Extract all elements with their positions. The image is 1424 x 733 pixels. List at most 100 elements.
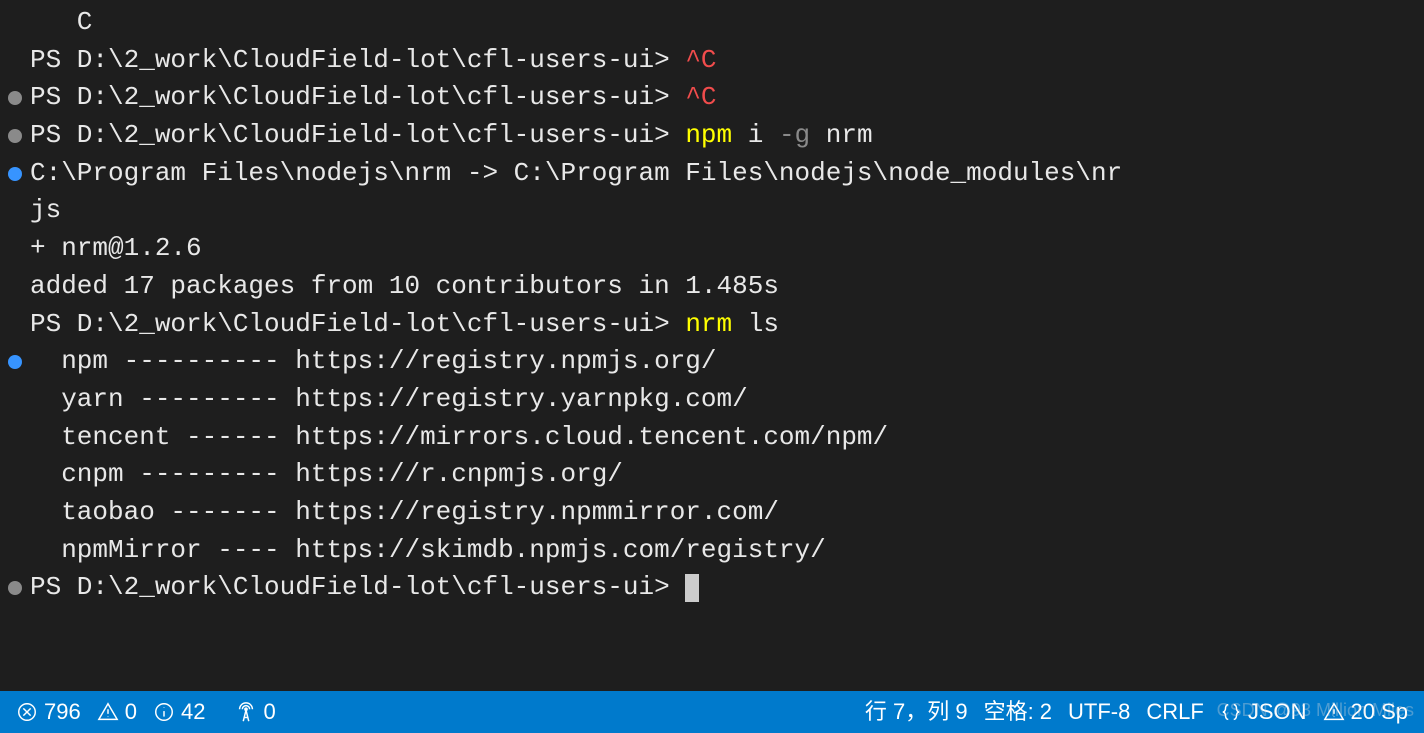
line-content: yarn --------- https://registry.yarnpkg.… bbox=[30, 381, 1424, 419]
line-content: C:\Program Files\nodejs\nrm -> C:\Progra… bbox=[30, 155, 1424, 193]
status-errors[interactable]: 796 bbox=[8, 691, 89, 733]
grey-marker-icon bbox=[8, 129, 22, 143]
blue-marker-icon bbox=[8, 167, 22, 181]
line-content: added 17 packages from 10 contributors i… bbox=[30, 268, 1424, 306]
terminal-line: PS D:\2_work\CloudField-lot\cfl-users-ui… bbox=[0, 569, 1424, 607]
text-segment: taobao ------- https://registry.npmmirro… bbox=[30, 497, 779, 527]
terminal-output[interactable]: C PS D:\2_work\CloudField-lot\cfl-users-u… bbox=[0, 0, 1424, 691]
terminal-line: taobao ------- https://registry.npmmirro… bbox=[0, 494, 1424, 532]
line-content: npm ---------- https://registry.npmjs.or… bbox=[30, 343, 1424, 381]
terminal-line: + nrm@1.2.6 bbox=[0, 230, 1424, 268]
status-right-warning[interactable]: 20 Sp bbox=[1315, 691, 1417, 733]
status-indent[interactable]: 空格: 2 bbox=[976, 691, 1060, 733]
gutter bbox=[0, 381, 30, 419]
text-segment: -g bbox=[779, 120, 810, 150]
terminal-line: js bbox=[0, 192, 1424, 230]
grey-marker-icon bbox=[8, 91, 22, 105]
gutter bbox=[0, 4, 30, 42]
warning-icon bbox=[1323, 701, 1345, 723]
text-segment: yarn --------- https://registry.yarnpkg.… bbox=[30, 384, 748, 414]
line-content: js bbox=[30, 192, 1424, 230]
text-segment: cnpm --------- https://r.cnpmjs.org/ bbox=[30, 459, 623, 489]
json-icon bbox=[1220, 701, 1242, 723]
terminal-line: PS D:\2_work\CloudField-lot\cfl-users-ui… bbox=[0, 79, 1424, 117]
text-segment: npm bbox=[685, 120, 732, 150]
info-count: 42 bbox=[181, 696, 205, 728]
gutter bbox=[0, 456, 30, 494]
text-segment: PS D:\2_work\CloudField-lot\cfl-users-ui… bbox=[30, 309, 685, 339]
text-segment: PS D:\2_work\CloudField-lot\cfl-users-ui… bbox=[30, 45, 685, 75]
text-segment: ^C bbox=[685, 82, 716, 112]
radio-tower-icon bbox=[235, 701, 257, 723]
text-segment: PS D:\2_work\CloudField-lot\cfl-users-ui… bbox=[30, 82, 685, 112]
terminal-line: PS D:\2_work\CloudField-lot\cfl-users-ui… bbox=[0, 306, 1424, 344]
gutter bbox=[0, 343, 30, 381]
terminal-cursor bbox=[685, 574, 699, 603]
line-content: taobao ------- https://registry.npmmirro… bbox=[30, 494, 1424, 532]
text-segment: i bbox=[732, 120, 779, 150]
line-content: tencent ------ https://mirrors.cloud.ten… bbox=[30, 419, 1424, 457]
terminal-line: cnpm --------- https://r.cnpmjs.org/ bbox=[0, 456, 1424, 494]
gutter bbox=[0, 268, 30, 306]
line-content: cnpm --------- https://r.cnpmjs.org/ bbox=[30, 456, 1424, 494]
status-eol[interactable]: CRLF bbox=[1138, 691, 1211, 733]
gutter bbox=[0, 569, 30, 607]
text-segment: PS D:\2_work\CloudField-lot\cfl-users-ui… bbox=[30, 572, 685, 602]
port-count: 0 bbox=[263, 696, 275, 728]
error-count: 796 bbox=[44, 696, 81, 728]
blue-marker-icon bbox=[8, 355, 22, 369]
text-segment: C:\Program Files\nodejs\nrm -> C:\Progra… bbox=[30, 158, 1122, 188]
gutter bbox=[0, 419, 30, 457]
terminal-line: C:\Program Files\nodejs\nrm -> C:\Progra… bbox=[0, 155, 1424, 193]
status-port[interactable]: 0 bbox=[227, 691, 283, 733]
terminal-line: PS D:\2_work\CloudField-lot\cfl-users-ui… bbox=[0, 117, 1424, 155]
gutter bbox=[0, 79, 30, 117]
terminal-line: C bbox=[0, 4, 1424, 42]
status-infos[interactable]: 42 bbox=[145, 691, 213, 733]
line-content: PS D:\2_work\CloudField-lot\cfl-users-ui… bbox=[30, 569, 1424, 607]
status-warnings[interactable]: 0 bbox=[89, 691, 145, 733]
status-cursor-position[interactable]: 行 7，列 9 bbox=[857, 691, 976, 733]
error-icon bbox=[16, 701, 38, 723]
status-bar: 796 0 42 0 行 7，列 9 空格: 2 UTF-8 CRLF JSON… bbox=[0, 691, 1424, 733]
text-segment: ls bbox=[732, 309, 779, 339]
line-content: PS D:\2_work\CloudField-lot\cfl-users-ui… bbox=[30, 42, 1424, 80]
terminal-line: tencent ------ https://mirrors.cloud.ten… bbox=[0, 419, 1424, 457]
line-content: C bbox=[30, 4, 1424, 42]
status-language[interactable]: JSON bbox=[1212, 691, 1315, 733]
text-segment: tencent ------ https://mirrors.cloud.ten… bbox=[30, 422, 888, 452]
text-segment: nrm bbox=[685, 309, 732, 339]
gutter bbox=[0, 42, 30, 80]
status-encoding[interactable]: UTF-8 bbox=[1060, 691, 1138, 733]
info-icon bbox=[153, 701, 175, 723]
gutter bbox=[0, 117, 30, 155]
line-content: + nrm@1.2.6 bbox=[30, 230, 1424, 268]
terminal-line: PS D:\2_work\CloudField-lot\cfl-users-ui… bbox=[0, 42, 1424, 80]
text-segment: ^C bbox=[685, 45, 716, 75]
gutter bbox=[0, 494, 30, 532]
line-content: npmMirror ---- https://skimdb.npmjs.com/… bbox=[30, 532, 1424, 570]
terminal-line: npmMirror ---- https://skimdb.npmjs.com/… bbox=[0, 532, 1424, 570]
text-segment: PS D:\2_work\CloudField-lot\cfl-users-ui… bbox=[30, 120, 685, 150]
gutter bbox=[0, 532, 30, 570]
text-segment: nrm bbox=[810, 120, 872, 150]
line-content: PS D:\2_work\CloudField-lot\cfl-users-ui… bbox=[30, 117, 1424, 155]
line-content: PS D:\2_work\CloudField-lot\cfl-users-ui… bbox=[30, 306, 1424, 344]
terminal-line: npm ---------- https://registry.npmjs.or… bbox=[0, 343, 1424, 381]
gutter bbox=[0, 230, 30, 268]
line-content: PS D:\2_work\CloudField-lot\cfl-users-ui… bbox=[30, 79, 1424, 117]
text-segment: npm ---------- https://registry.npmjs.or… bbox=[30, 346, 717, 376]
gutter bbox=[0, 192, 30, 230]
gutter bbox=[0, 155, 30, 193]
terminal-line: added 17 packages from 10 contributors i… bbox=[0, 268, 1424, 306]
text-segment: npmMirror ---- https://skimdb.npmjs.com/… bbox=[30, 535, 826, 565]
text-segment: added 17 packages from 10 contributors i… bbox=[30, 271, 779, 301]
gutter bbox=[0, 306, 30, 344]
text-segment: C bbox=[30, 7, 92, 37]
text-segment: + nrm@1.2.6 bbox=[30, 233, 202, 263]
warning-count: 0 bbox=[125, 696, 137, 728]
grey-marker-icon bbox=[8, 581, 22, 595]
warning-icon bbox=[97, 701, 119, 723]
terminal-line: yarn --------- https://registry.yarnpkg.… bbox=[0, 381, 1424, 419]
text-segment: js bbox=[30, 195, 61, 225]
